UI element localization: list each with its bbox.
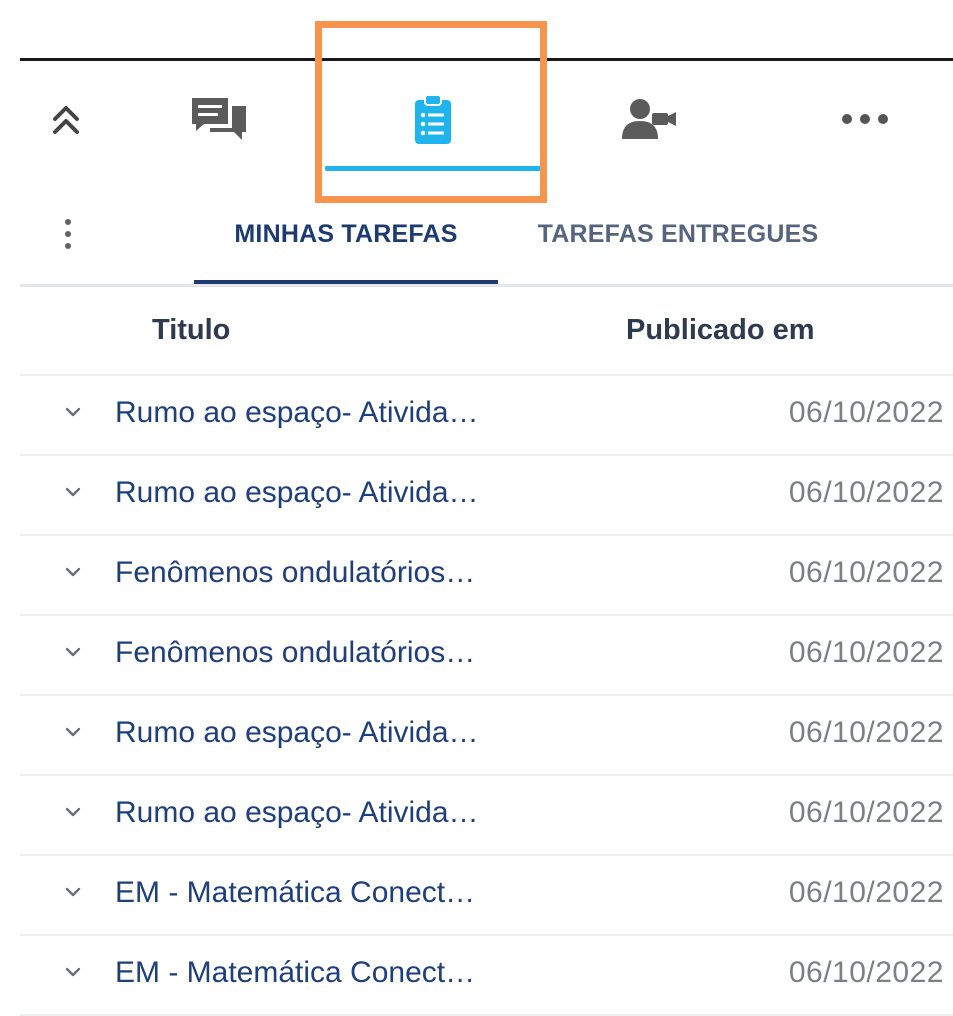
table-row[interactable]: Rumo ao espaço- Ativida… 06/10/2022 — [20, 776, 953, 856]
task-list: Rumo ao espaço- Ativida… 06/10/2022 Rumo a… — [20, 376, 953, 1016]
contacts-tab[interactable] — [600, 61, 700, 177]
table-row[interactable]: Rumo ao espaço- Ativida… 06/10/2022 — [20, 376, 953, 456]
chevron-down-icon[interactable] — [64, 886, 82, 898]
published-date: 06/10/2022 — [788, 636, 944, 669]
published-date: 06/10/2022 — [788, 556, 944, 589]
clipboard-list-icon — [415, 94, 451, 144]
more-button[interactable] — [820, 61, 910, 177]
task-title[interactable]: Fenômenos ondulatórios… — [115, 556, 475, 590]
column-header-title[interactable]: Titulo — [152, 314, 230, 347]
published-date: 06/10/2022 — [788, 956, 944, 989]
task-title[interactable]: Fenômenos ondulatórios… — [115, 636, 475, 670]
task-title[interactable]: Rumo ao espaço- Ativida… — [115, 396, 479, 430]
table-row[interactable]: EM - Matemática Conect… 06/10/2022 — [20, 936, 953, 1016]
task-title[interactable]: EM - Matemática Conect… — [115, 956, 475, 990]
chevron-down-icon[interactable] — [64, 566, 82, 578]
icon-nav-bar — [20, 61, 953, 177]
subtab-divider — [20, 284, 953, 287]
published-date: 06/10/2022 — [788, 876, 944, 909]
active-tab-indicator — [325, 166, 541, 171]
person-video-icon — [622, 99, 676, 139]
chevron-down-icon[interactable] — [64, 806, 82, 818]
chevron-down-icon[interactable] — [64, 966, 82, 978]
kebab-menu-icon[interactable] — [56, 214, 80, 254]
task-title[interactable]: EM - Matemática Conect… — [115, 876, 475, 910]
chat-bubbles-icon — [192, 98, 246, 140]
table-row[interactable]: Rumo ao espaço- Ativida… 06/10/2022 — [20, 696, 953, 776]
table-header: Titulo Publicado em — [20, 288, 953, 376]
table-row[interactable]: Fenômenos ondulatórios… 06/10/2022 — [20, 616, 953, 696]
subtab-bar: MINHAS TAREFAS TAREFAS ENTREGUES — [20, 186, 953, 287]
published-date: 06/10/2022 — [788, 476, 944, 509]
more-horizontal-icon — [842, 114, 888, 124]
chat-tab[interactable] — [170, 61, 270, 177]
chevron-down-icon[interactable] — [64, 726, 82, 738]
task-title[interactable]: Rumo ao espaço- Ativida… — [115, 476, 479, 510]
tab-minhas-tarefas[interactable]: MINHAS TAREFAS — [194, 186, 498, 282]
task-title[interactable]: Rumo ao espaço- Ativida… — [115, 796, 479, 830]
table-row[interactable]: Rumo ao espaço- Ativida… 06/10/2022 — [20, 456, 953, 536]
column-header-published[interactable]: Publicado em — [626, 314, 815, 347]
published-date: 06/10/2022 — [788, 396, 944, 429]
tasks-tab[interactable] — [325, 61, 541, 177]
double-chevron-up-icon — [53, 106, 79, 134]
table-row[interactable]: Fenômenos ondulatórios… 06/10/2022 — [20, 536, 953, 616]
chevron-down-icon[interactable] — [64, 486, 82, 498]
published-date: 06/10/2022 — [788, 716, 944, 749]
chevron-down-icon[interactable] — [64, 406, 82, 418]
chevron-down-icon[interactable] — [64, 646, 82, 658]
published-date: 06/10/2022 — [788, 796, 944, 829]
collapse-button[interactable] — [32, 61, 100, 177]
task-title[interactable]: Rumo ao espaço- Ativida… — [115, 716, 479, 750]
tab-tarefas-entregues[interactable]: TAREFAS ENTREGUES — [518, 186, 838, 282]
table-row[interactable]: EM - Matemática Conect… 06/10/2022 — [20, 856, 953, 936]
